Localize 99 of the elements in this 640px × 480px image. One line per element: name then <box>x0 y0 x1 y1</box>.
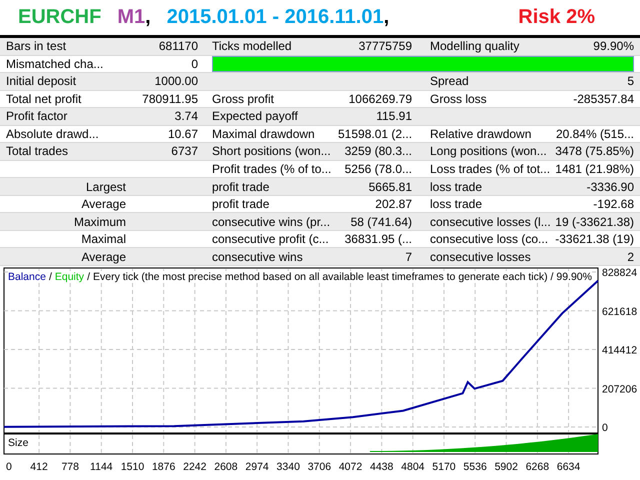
report-label: Absolute drawd... <box>6 126 100 141</box>
report-label: consecutive losses <box>430 250 532 264</box>
report-value: 1000.00 <box>154 74 198 88</box>
axis-label: 4072 <box>338 461 362 473</box>
report-value: 1481 (21.98%) <box>554 162 634 176</box>
report-label: consecutive wins <box>212 250 304 264</box>
report-title: , <box>145 6 151 29</box>
axis-label: 5536 <box>463 461 487 473</box>
report-value: 202.87 <box>374 197 412 212</box>
report-label: Mismatched cha... <box>6 56 104 71</box>
axis-label: 414412 <box>602 344 638 356</box>
report-value: -192.68 <box>592 197 634 212</box>
panel-label: Size <box>8 437 28 449</box>
report-value: 6737 <box>170 144 198 158</box>
axis-label: 4438 <box>370 461 394 473</box>
report-value: 51598.01 (2... <box>338 126 412 141</box>
report-title: M1 <box>117 6 146 29</box>
axis-label: 0 <box>6 461 12 473</box>
report-value: 0 <box>190 56 198 71</box>
report-label: loss trade <box>430 180 484 194</box>
report-label: Ticks modelled <box>212 39 293 54</box>
report-value: 2 <box>626 250 634 264</box>
axis-label: 2608 <box>214 461 238 473</box>
report-label: Gross profit <box>212 92 276 106</box>
report-value: 3478 (75.85%) <box>554 144 634 158</box>
axis-label: 412 <box>30 461 48 473</box>
report-label: Bars in test <box>6 39 68 54</box>
report-label: Gross loss <box>430 92 488 106</box>
legend-entry: Balance <box>8 271 46 283</box>
report-label: consecutive losses (l... <box>430 214 552 229</box>
report-value: 37775759 <box>358 39 412 54</box>
axis-label: 621618 <box>602 306 638 318</box>
report-label: Largest <box>84 180 126 194</box>
axis-label: 828824 <box>602 267 638 279</box>
axis-label: 5902 <box>494 461 518 473</box>
report-value: 10.67 <box>166 126 198 141</box>
report-value: 115.91 <box>375 109 412 124</box>
report-label: Modelling quality <box>430 39 520 54</box>
report-label: Long positions (won... <box>430 144 548 158</box>
report-label: loss trade <box>430 197 484 212</box>
axis-label: 207206 <box>602 383 638 396</box>
report-label: Maximal <box>80 232 126 246</box>
legend-entry: / <box>48 271 52 283</box>
report-label: consecutive wins (pr... <box>212 214 332 229</box>
report-label: Total trades <box>6 144 70 158</box>
legend-entry: Equity <box>54 271 84 283</box>
report-label: Profit trades (% of to... <box>212 162 332 176</box>
report-value: 681170 <box>158 39 198 54</box>
axis-label: 1144 <box>90 461 113 473</box>
axis-label: 3340 <box>276 461 300 473</box>
report-label: Maximum <box>72 214 126 229</box>
report-value: 20.84% (515... <box>554 126 634 141</box>
axis-label: 0 <box>602 422 608 434</box>
report-label: Profit factor <box>6 109 68 124</box>
report-value: 99.90% <box>592 39 634 54</box>
report-title: 2015.01.01 - 2016.11.01 <box>166 6 384 29</box>
report-label: profit trade <box>212 197 270 212</box>
axis-label: 1510 <box>120 461 144 473</box>
axis-label: 2974 <box>245 461 269 473</box>
report-title: , <box>384 6 390 29</box>
report-label: Initial deposit <box>6 74 78 88</box>
axis-label: 3706 <box>308 461 332 473</box>
report-label: profit trade <box>212 180 270 194</box>
report-label: Maximal drawdown <box>212 126 316 141</box>
axis-label: 5170 <box>432 461 456 473</box>
report-value: 58 (741.64) <box>350 214 412 229</box>
report-title: EURCHF <box>18 6 102 29</box>
report-label: consecutive profit (c... <box>212 232 330 246</box>
report-value: 1066269.79 <box>348 92 412 106</box>
report-value: 19 (-33621.38) <box>554 214 634 229</box>
report-label: consecutive loss (co... <box>430 232 550 246</box>
report-value: 3259 (80.3... <box>344 144 412 158</box>
report-label: Relative drawdown <box>430 126 532 141</box>
axis-label: 778 <box>61 461 79 473</box>
axis-label: 1876 <box>152 461 176 473</box>
report-value: -285357.84 <box>572 92 634 106</box>
report-value: -33621.38 (19) <box>554 232 634 246</box>
report-label: Loss trades (% of tot... <box>430 162 552 176</box>
report-value: 3.74 <box>174 109 198 124</box>
report-label: Average <box>80 250 126 264</box>
report-label: Spread <box>430 74 470 88</box>
axis-label: 2242 <box>183 461 206 473</box>
axis-label: 6268 <box>526 461 550 473</box>
report-value: 780911.95 <box>141 92 198 106</box>
report-value: 5665.81 <box>368 180 412 194</box>
report-value: 5 <box>626 74 634 88</box>
report-value: 36831.95 (... <box>344 232 412 246</box>
report-value: -3336.90 <box>586 180 634 194</box>
report-title: Risk 2% <box>518 6 595 29</box>
legend-entry: / <box>87 271 90 283</box>
report-label: Expected payoff <box>212 109 299 124</box>
axis-label: 4804 <box>401 461 424 473</box>
chart-title: Every tick (the most precise method based on all available least timeframes to generate each tick) / 99.90% <box>92 271 592 283</box>
report-label: Total net profit <box>6 92 82 106</box>
report-label: Average <box>80 197 126 212</box>
report-value: 5256 (78.0... <box>344 162 412 176</box>
report-value: 7 <box>404 250 412 264</box>
report-label: Short positions (won... <box>212 144 332 158</box>
axis-label: 6634 <box>556 461 580 473</box>
